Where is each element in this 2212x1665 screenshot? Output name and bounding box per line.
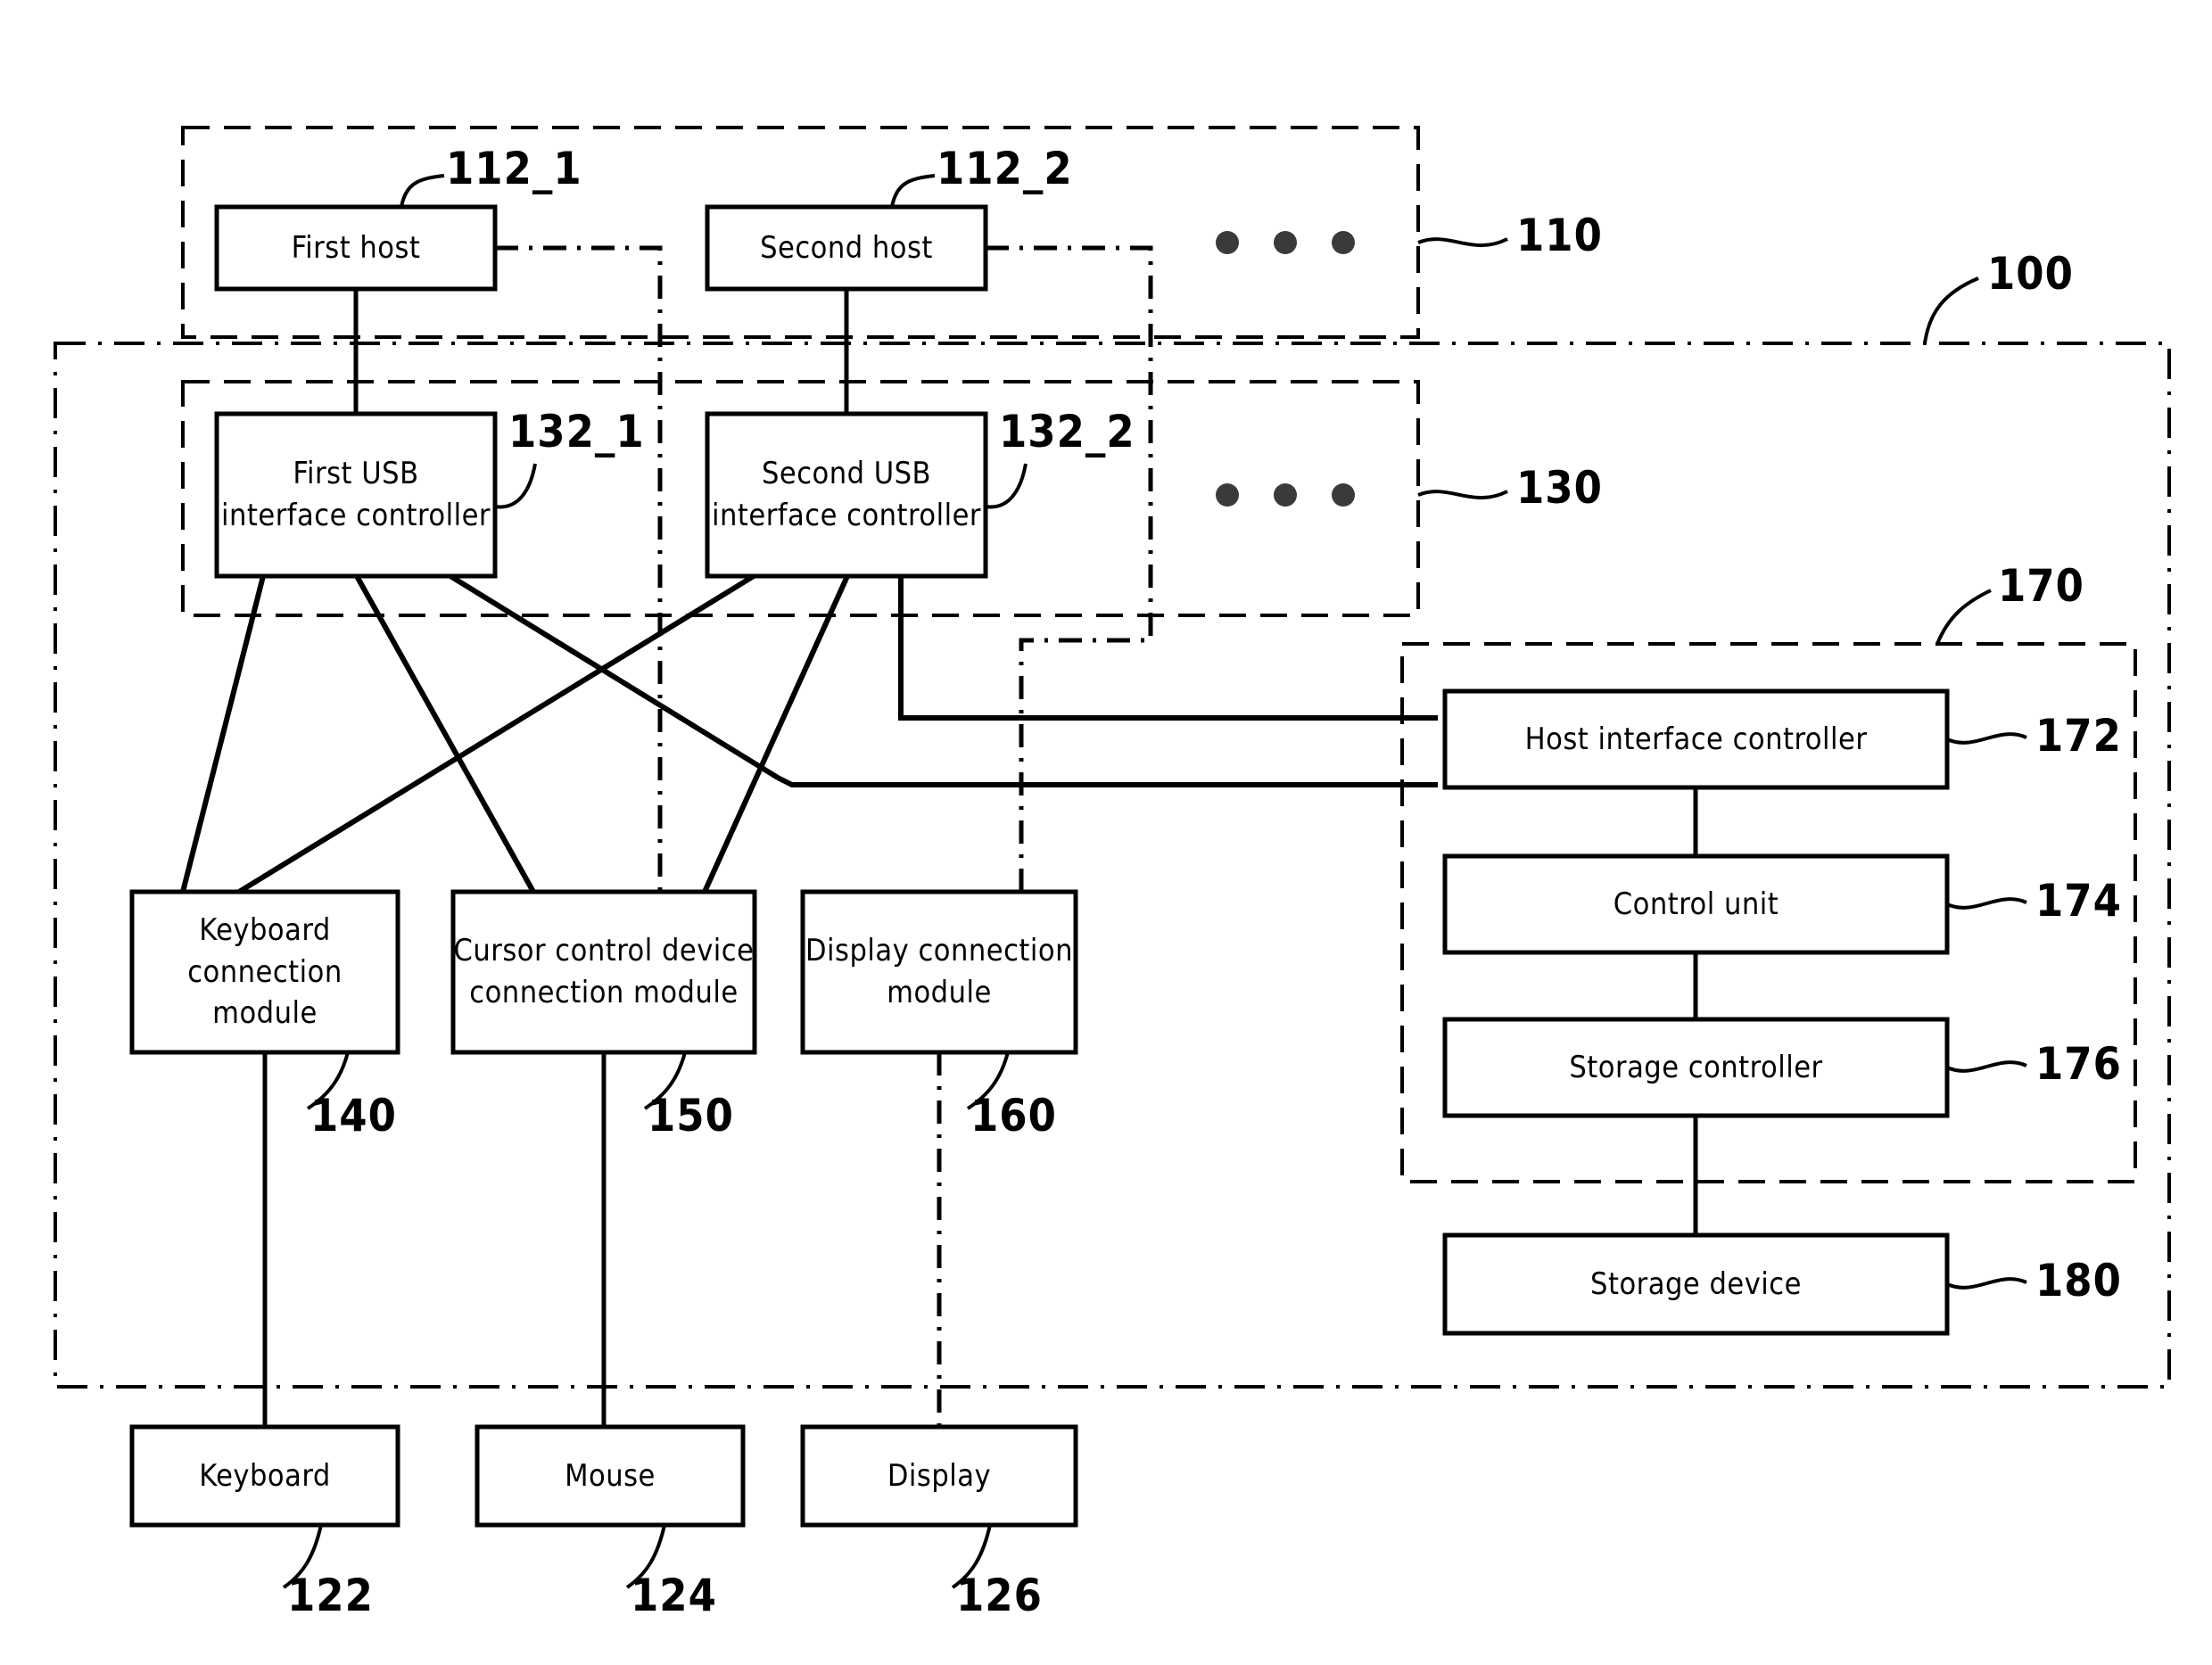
- second-host-box[interactable]: [705, 204, 988, 292]
- host-ellipsis-dot-3: [1332, 231, 1355, 254]
- usb-ellipsis-dot-2: [1274, 483, 1297, 507]
- second-usb-interface-controller-box[interactable]: [705, 411, 988, 579]
- cursor-control-device-connection-module-box[interactable]: [450, 889, 757, 1055]
- ref-170: 170: [1998, 560, 2084, 612]
- storage-controller-box[interactable]: [1442, 1017, 1950, 1118]
- patent-figure-canvas: First host Second host First USB interfa…: [0, 0, 2212, 1665]
- leader-112-1: [400, 174, 445, 208]
- leader-176: [1946, 1060, 2027, 1073]
- display-box[interactable]: [800, 1424, 1078, 1528]
- link-second-usb-to-keyboard-module: [237, 573, 755, 894]
- ref-130: 130: [1516, 462, 1603, 514]
- control-unit-box[interactable]: [1442, 853, 1950, 955]
- keyboard-connection-module-box[interactable]: [129, 889, 400, 1055]
- leader-132-2: [985, 463, 1028, 509]
- ref-176: 176: [2035, 1038, 2122, 1090]
- host-interface-controller-box[interactable]: [1442, 688, 1950, 790]
- leader-172: [1946, 732, 2027, 745]
- link-first-host-to-display-module: [495, 245, 663, 892]
- ref-112-2: 112_2: [937, 143, 1073, 194]
- ref-150: 150: [648, 1090, 734, 1142]
- leader-174: [1946, 897, 2027, 910]
- ref-124: 124: [631, 1570, 717, 1621]
- link-first-usb-to-keyboard-module: [180, 575, 266, 893]
- host-ellipsis-dot-2: [1274, 231, 1297, 254]
- leader-112-2: [890, 174, 936, 208]
- mouse-box[interactable]: [475, 1424, 746, 1528]
- ref-132-2: 132_2: [999, 406, 1135, 457]
- host-ellipsis-dot-1: [1216, 231, 1239, 254]
- leader-170: [1936, 589, 1992, 645]
- diagram-vector-layer: [54, 126, 2171, 1589]
- first-host-box[interactable]: [214, 204, 498, 292]
- display-connection-module-box[interactable]: [800, 889, 1078, 1055]
- ref-110: 110: [1516, 210, 1603, 261]
- ref-112-1: 112_1: [446, 143, 582, 194]
- link-second-usb-to-host-interface-controller: [898, 576, 1438, 721]
- link-first-usb-to-cursor-module: [354, 574, 536, 894]
- ref-122: 122: [287, 1570, 374, 1621]
- storage-device-box[interactable]: [1442, 1232, 1950, 1336]
- link-first-usb-to-host-interface-controller-run: [776, 775, 1438, 787]
- link-second-usb-to-cursor-module: [702, 574, 850, 894]
- leader-100: [1923, 276, 1979, 344]
- link-first-usb-to-host-interface-controller: [449, 573, 780, 780]
- ref-174: 174: [2035, 875, 2122, 927]
- usb-ellipsis-dot-3: [1332, 483, 1355, 507]
- ref-132-1: 132_1: [508, 406, 645, 457]
- leader-132-1: [494, 463, 537, 509]
- ref-126: 126: [956, 1570, 1043, 1621]
- keyboard-box[interactable]: [129, 1424, 400, 1528]
- first-usb-interface-controller-box[interactable]: [214, 411, 498, 579]
- ref-140: 140: [310, 1090, 397, 1142]
- leader-130: [1417, 490, 1508, 500]
- ref-100: 100: [1987, 248, 2074, 300]
- leader-110: [1417, 237, 1508, 248]
- ref-180: 180: [2035, 1255, 2122, 1306]
- ref-172: 172: [2035, 710, 2122, 762]
- ref-160: 160: [970, 1090, 1057, 1142]
- usb-ellipsis-dot-1: [1216, 483, 1239, 507]
- leader-180: [1946, 1277, 2027, 1290]
